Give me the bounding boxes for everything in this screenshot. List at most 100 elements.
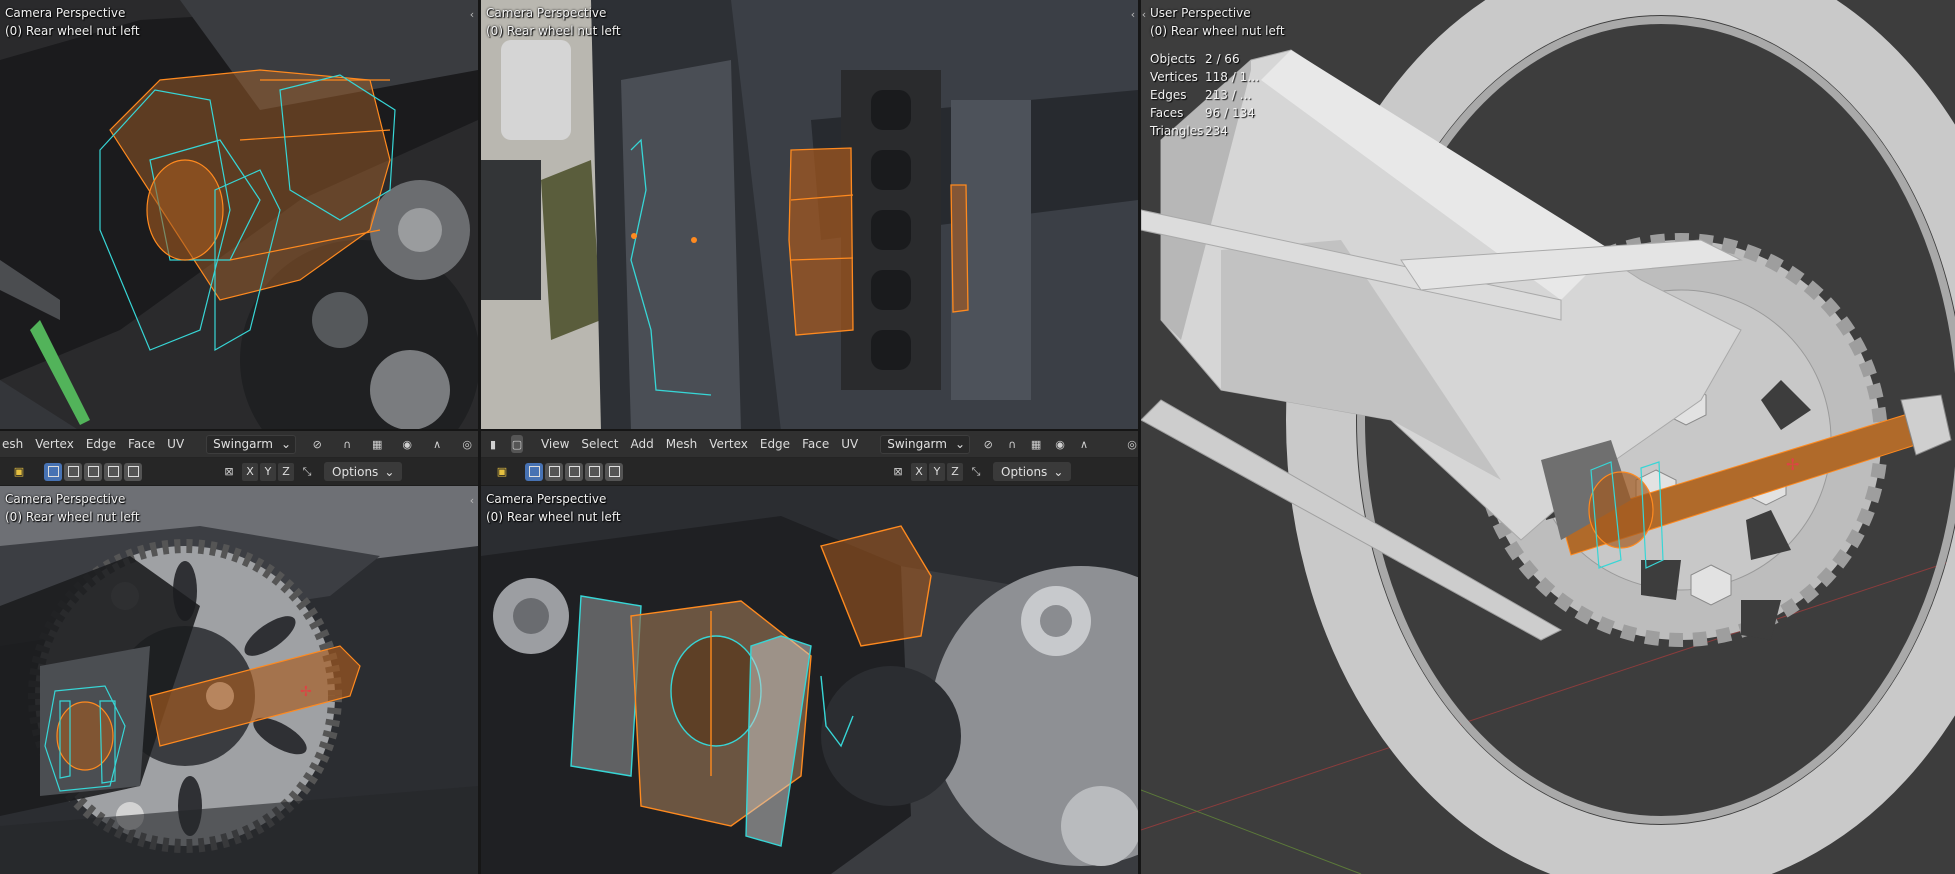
scene-statistics: Objects 2 / 66 Vertices 118 / 1… Edges 213 … xyxy=(1150,50,1259,140)
falloff-curve-icon[interactable]: ∧ xyxy=(1078,435,1090,453)
stat-value: 118 / 1… xyxy=(1205,70,1260,84)
visibility-eye-icon[interactable]: ◎ xyxy=(1126,435,1138,453)
proportional-edit-icon[interactable]: ◉ xyxy=(1054,435,1066,453)
menu-select[interactable]: Select xyxy=(581,437,618,451)
chevron-down-icon: ⌄ xyxy=(384,464,395,479)
mirror-y-button[interactable]: Y xyxy=(929,462,945,481)
snap-grid-icon[interactable]: ▦ xyxy=(368,435,386,453)
select-subtract-button[interactable] xyxy=(565,462,583,481)
mirror-z-button[interactable]: Z xyxy=(947,462,963,481)
auto-merge-icon[interactable]: ⤡ xyxy=(298,463,316,481)
select-intersect-button[interactable] xyxy=(124,462,142,481)
object-dropdown[interactable]: Swingarm ⌄ xyxy=(206,434,297,454)
mirror-x-button[interactable]: X xyxy=(242,462,258,481)
stat-value: 213 / … xyxy=(1205,88,1252,102)
viewport-overlay-top-middle: Camera Perspective (0) Rear wheel nut le… xyxy=(486,4,621,40)
menu-mesh[interactable]: Mesh xyxy=(666,437,698,451)
options-dropdown[interactable]: Options ⌄ xyxy=(324,462,403,481)
select-tool-icon[interactable]: ▣ xyxy=(10,463,28,481)
mirror-z-button[interactable]: Z xyxy=(278,462,294,481)
snap-magnet-icon[interactable]: ∩ xyxy=(338,435,356,453)
viewport-bottom-middle[interactable]: Camera Perspective (0) Rear wheel nut le… xyxy=(481,486,1138,874)
menu-mesh[interactable]: esh xyxy=(2,437,23,451)
editor-type-icon[interactable]: ▮ xyxy=(487,435,499,453)
stat-row-triangles: Triangles 234 xyxy=(1150,122,1259,140)
collapse-arrow-icon[interactable]: ‹ xyxy=(1141,8,1149,22)
object-dropdown[interactable]: Swingarm ⌄ xyxy=(880,434,971,454)
viewport-top-middle[interactable]: Camera Perspective (0) Rear wheel nut le… xyxy=(481,0,1138,431)
viewport-overlay-bottom-left: Camera Perspective (0) Rear wheel nut le… xyxy=(5,490,140,526)
chevron-down-icon: ⌄ xyxy=(1053,464,1064,479)
editor-header-left: esh Vertex Edge Face UV Swingarm ⌄ ⊘ ∩ ▦… xyxy=(0,431,478,458)
reference-photo-rear-sprocket: ✢ xyxy=(0,486,478,874)
select-extend-button[interactable] xyxy=(64,462,82,481)
transform-pivot-icon[interactable]: ⊘ xyxy=(308,435,326,453)
mirror-icon[interactable]: ⊠ xyxy=(889,463,907,481)
falloff-curve-icon[interactable]: ∧ xyxy=(428,435,446,453)
active-object-label: (0) Rear wheel nut left xyxy=(5,24,140,38)
select-subtract-button[interactable] xyxy=(84,462,102,481)
area-divider-vertical-2[interactable] xyxy=(1138,0,1141,874)
active-object-label: (0) Rear wheel nut left xyxy=(486,24,621,38)
viewport-right-3d[interactable]: ✢ User Perspective (0) Rear wheel nut le… xyxy=(1141,0,1955,874)
viewport-mode-label: Camera Perspective xyxy=(5,6,126,20)
snap-grid-icon[interactable]: ▦ xyxy=(1030,435,1042,453)
menu-add[interactable]: Add xyxy=(630,437,653,451)
options-dropdown[interactable]: Options ⌄ xyxy=(993,462,1072,481)
viewport-top-left[interactable]: Camera Perspective (0) Rear wheel nut le… xyxy=(0,0,478,431)
menu-view[interactable]: View xyxy=(541,437,569,451)
viewport-mode-label: Camera Perspective xyxy=(486,6,607,20)
snap-magnet-icon[interactable]: ∩ xyxy=(1006,435,1018,453)
viewport-mode-label: User Perspective xyxy=(1150,6,1251,20)
options-label: Options xyxy=(1001,464,1048,479)
select-difference-button[interactable] xyxy=(585,462,603,481)
mirror-y-button[interactable]: Y xyxy=(260,462,276,481)
viewport-mode-label: Camera Perspective xyxy=(486,492,607,506)
collapse-arrow-icon[interactable]: ‹ xyxy=(467,494,477,508)
stat-row-objects: Objects 2 / 66 xyxy=(1150,50,1259,68)
menu-vertex[interactable]: Vertex xyxy=(709,437,748,451)
tool-header-middle: ▣ ⊠ X Y Z ⤡ Options ⌄ xyxy=(481,458,1138,485)
stat-value: 234 xyxy=(1205,124,1228,138)
mode-select-icon[interactable]: ▢ xyxy=(510,435,523,453)
select-extend-button[interactable] xyxy=(545,462,563,481)
stat-label: Edges xyxy=(1150,88,1187,102)
menu-vertex[interactable]: Vertex xyxy=(35,437,74,451)
select-intersect-button[interactable] xyxy=(605,462,623,481)
menu-edge[interactable]: Edge xyxy=(86,437,116,451)
select-new-button[interactable] xyxy=(44,462,62,481)
menu-uv[interactable]: UV xyxy=(167,437,184,451)
transform-pivot-icon[interactable]: ⊘ xyxy=(982,435,994,453)
svg-text:✢: ✢ xyxy=(300,684,312,700)
area-divider-horizontal[interactable] xyxy=(0,429,1138,431)
collapse-arrow-icon[interactable]: ‹ xyxy=(1128,8,1138,22)
tool-header-left: ▣ ⊠ X Y Z ⤡ Options ⌄ xyxy=(0,458,478,485)
select-tool-icon[interactable]: ▣ xyxy=(493,463,511,481)
visibility-eye-icon[interactable]: ◎ xyxy=(458,435,476,453)
menu-face[interactable]: Face xyxy=(128,437,155,451)
menu-uv[interactable]: UV xyxy=(841,437,858,451)
stat-row-faces: Faces 96 / 134 xyxy=(1150,104,1259,122)
select-difference-button[interactable] xyxy=(104,462,122,481)
selection-mode-group xyxy=(44,462,142,481)
stat-label: Vertices xyxy=(1150,70,1198,84)
active-object-label: (0) Rear wheel nut left xyxy=(1150,24,1285,38)
stat-label: Objects xyxy=(1150,52,1196,66)
chevron-down-icon: ⌄ xyxy=(280,437,291,451)
area-divider-vertical-1[interactable] xyxy=(478,0,481,874)
stat-row-edges: Edges 213 / … xyxy=(1150,86,1259,104)
active-object-label: (0) Rear wheel nut left xyxy=(486,510,621,524)
viewport-overlay-right: User Perspective (0) Rear wheel nut left xyxy=(1150,4,1285,40)
viewport-bottom-left[interactable]: ✢ Camera Perspective (0) Rear wheel nut … xyxy=(0,486,478,874)
menu-edge[interactable]: Edge xyxy=(760,437,790,451)
menu-face[interactable]: Face xyxy=(802,437,829,451)
selection-mode-group xyxy=(525,462,623,481)
mirror-x-button[interactable]: X xyxy=(911,462,927,481)
collapse-arrow-icon[interactable]: ‹ xyxy=(467,8,477,22)
editor-header-middle: ▮ ▢ View Select Add Mesh Vertex Edge Fac… xyxy=(481,431,1138,458)
auto-merge-icon[interactable]: ⤡ xyxy=(967,463,985,481)
proportional-edit-icon[interactable]: ◉ xyxy=(398,435,416,453)
stat-value: 96 / 134 xyxy=(1205,106,1255,120)
select-new-button[interactable] xyxy=(525,462,543,481)
mirror-icon[interactable]: ⊠ xyxy=(220,463,238,481)
